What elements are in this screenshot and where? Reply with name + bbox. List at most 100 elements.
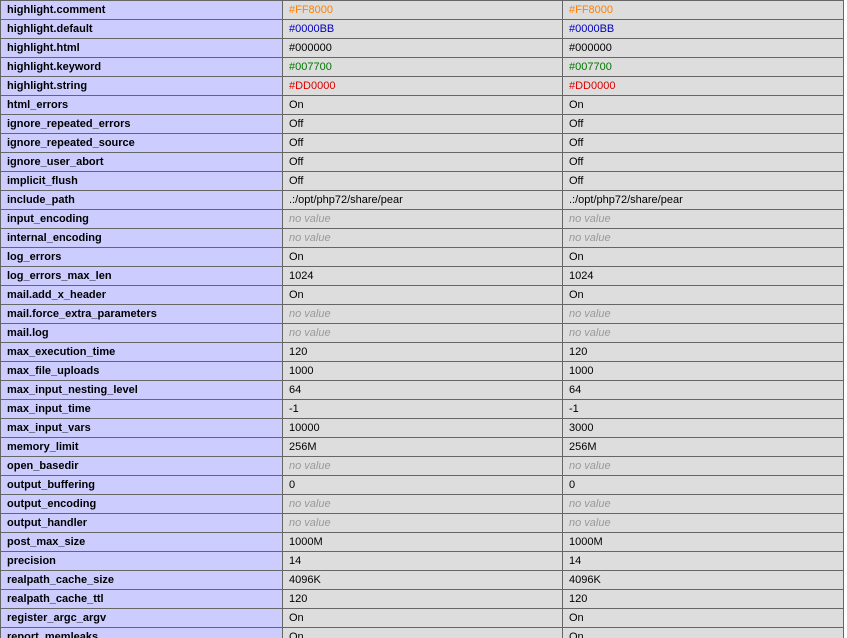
master-value: .:/opt/php72/share/pear <box>569 194 683 206</box>
local-no-value: no value <box>289 517 331 529</box>
config-table-body: highlight.comment #FF8000 #FF8000 highlight… <box>0 0 844 638</box>
directive-name: precision <box>0 551 283 571</box>
master-value-cell: 0 <box>562 475 844 495</box>
local-value-cell: 64 <box>282 380 563 400</box>
local-value: -1 <box>289 403 299 415</box>
directive-name: highlight.html <box>0 38 283 58</box>
local-no-value: no value <box>289 327 331 339</box>
master-value-cell: no value <box>562 323 844 343</box>
master-value: #0000BB <box>569 23 615 35</box>
local-value-cell: 1024 <box>282 266 563 286</box>
master-value: #007700 <box>569 61 612 73</box>
master-value-cell: no value <box>562 304 844 324</box>
local-no-value: no value <box>289 498 331 510</box>
directive-name: highlight.comment <box>0 0 283 20</box>
local-value: On <box>289 99 304 111</box>
local-value: 4096K <box>289 574 321 586</box>
local-value-cell: no value <box>282 513 563 533</box>
directive-name: mail.log <box>0 323 283 343</box>
php-config-directives-table: highlight.comment #FF8000 #FF8000 highlight… <box>0 0 844 638</box>
config-row: include_path .:/opt/php72/share/pear .:/op… <box>0 190 844 210</box>
master-value-cell: On <box>562 627 844 638</box>
master-value-cell: On <box>562 608 844 628</box>
master-value: Off <box>569 175 584 187</box>
local-value: Off <box>289 137 304 149</box>
master-value: On <box>569 251 584 263</box>
local-value: On <box>289 612 304 624</box>
directive-name: highlight.string <box>0 76 283 96</box>
master-value: 0 <box>569 479 576 491</box>
master-value: Off <box>569 137 584 149</box>
local-value-cell: #DD0000 <box>282 76 563 96</box>
directive-name: highlight.default <box>0 19 283 39</box>
local-value-cell: 14 <box>282 551 563 571</box>
config-row: max_file_uploads 1000 1000 <box>0 361 844 381</box>
directive-name: internal_encoding <box>0 228 283 248</box>
config-row: register_argc_argv On On <box>0 608 844 628</box>
config-row: highlight.comment #FF8000 #FF8000 <box>0 0 844 20</box>
local-value: #0000BB <box>289 23 335 35</box>
local-value-cell: #FF8000 <box>282 0 563 20</box>
master-value-cell: no value <box>562 456 844 476</box>
directive-name: output_buffering <box>0 475 283 495</box>
master-value: 120 <box>569 346 588 358</box>
directive-name: html_errors <box>0 95 283 115</box>
local-no-value: no value <box>289 213 331 225</box>
master-value-cell: Off <box>562 171 844 191</box>
directive-name: output_encoding <box>0 494 283 514</box>
config-row: output_encoding no value no value <box>0 494 844 514</box>
local-value: On <box>289 289 304 301</box>
master-value: 1000M <box>569 536 603 548</box>
local-value-cell: Off <box>282 114 563 134</box>
local-value-cell: 120 <box>282 342 563 362</box>
directive-name: highlight.keyword <box>0 57 283 77</box>
master-no-value: no value <box>569 498 611 510</box>
local-value: 64 <box>289 384 302 396</box>
master-value: #DD0000 <box>569 80 616 92</box>
directive-name: max_input_nesting_level <box>0 380 283 400</box>
master-value: On <box>569 99 584 111</box>
directive-name: ignore_repeated_source <box>0 133 283 153</box>
directive-name: log_errors <box>0 247 283 267</box>
master-value-cell: -1 <box>562 399 844 419</box>
local-no-value: no value <box>289 232 331 244</box>
local-value: 256M <box>289 441 317 453</box>
local-value-cell: 120 <box>282 589 563 609</box>
master-value-cell: no value <box>562 228 844 248</box>
local-value: Off <box>289 118 304 130</box>
local-value: Off <box>289 156 304 168</box>
local-value: #000000 <box>289 42 332 54</box>
local-no-value: no value <box>289 460 331 472</box>
directive-name: max_file_uploads <box>0 361 283 381</box>
config-row: max_input_vars 10000 3000 <box>0 418 844 438</box>
master-value-cell: 1000M <box>562 532 844 552</box>
config-row: input_encoding no value no value <box>0 209 844 229</box>
local-value: 1000 <box>289 365 314 377</box>
config-row: post_max_size 1000M 1000M <box>0 532 844 552</box>
directive-name: implicit_flush <box>0 171 283 191</box>
local-value-cell: On <box>282 627 563 638</box>
master-value: #000000 <box>569 42 612 54</box>
master-value-cell: 1000 <box>562 361 844 381</box>
master-value-cell: 120 <box>562 342 844 362</box>
config-row: mail.force_extra_parameters no value no va… <box>0 304 844 324</box>
local-value-cell: -1 <box>282 399 563 419</box>
master-value: 120 <box>569 593 588 605</box>
local-value-cell: Off <box>282 133 563 153</box>
config-row: memory_limit 256M 256M <box>0 437 844 457</box>
local-value-cell: no value <box>282 228 563 248</box>
local-value: #FF8000 <box>289 4 334 16</box>
config-row: max_input_time -1 -1 <box>0 399 844 419</box>
master-value-cell: On <box>562 95 844 115</box>
master-value-cell: #DD0000 <box>562 76 844 96</box>
master-value: 14 <box>569 555 582 567</box>
local-value-cell: no value <box>282 304 563 324</box>
directive-name: realpath_cache_size <box>0 570 283 590</box>
config-row: mail.log no value no value <box>0 323 844 343</box>
local-value-cell: On <box>282 95 563 115</box>
local-value: 14 <box>289 555 302 567</box>
config-row: html_errors On On <box>0 95 844 115</box>
directive-name: ignore_user_abort <box>0 152 283 172</box>
master-no-value: no value <box>569 213 611 225</box>
master-value-cell: 1024 <box>562 266 844 286</box>
